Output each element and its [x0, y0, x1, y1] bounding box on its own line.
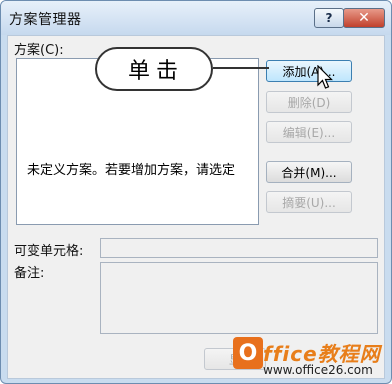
watermark-url: www.office26.com: [263, 363, 373, 377]
empty-scenarios-message: 未定义方案。若要增加方案，请选定: [27, 163, 236, 178]
merge-button[interactable]: 合并(M)...: [266, 161, 352, 183]
edit-button: 编辑(E)...: [266, 121, 352, 143]
close-button[interactable]: ✕: [343, 8, 385, 28]
scenario-manager-dialog: 方案管理器 ? ✕ 方案(C): 未定义方案。若要增加方案，请选定 添加(A).…: [0, 0, 392, 384]
click-callout: 单击: [95, 47, 213, 91]
delete-button: 删除(D): [266, 91, 352, 113]
mouse-cursor-icon: [317, 65, 333, 89]
changing-cells-label: 可变单元格:: [14, 244, 84, 259]
changing-cells-field: [100, 238, 378, 258]
comment-field: [100, 262, 378, 334]
help-button[interactable]: ?: [314, 8, 344, 28]
summary-button: 摘要(U)...: [266, 191, 352, 213]
scenarios-label: 方案(C):: [14, 43, 64, 58]
title-bar: 方案管理器 ? ✕: [1, 1, 391, 35]
callout-connector: [213, 67, 269, 69]
office-logo-icon: O: [233, 337, 263, 369]
dialog-title: 方案管理器: [9, 12, 82, 28]
comment-label: 备注:: [14, 266, 45, 281]
add-button[interactable]: 添加(A)...: [266, 60, 352, 82]
